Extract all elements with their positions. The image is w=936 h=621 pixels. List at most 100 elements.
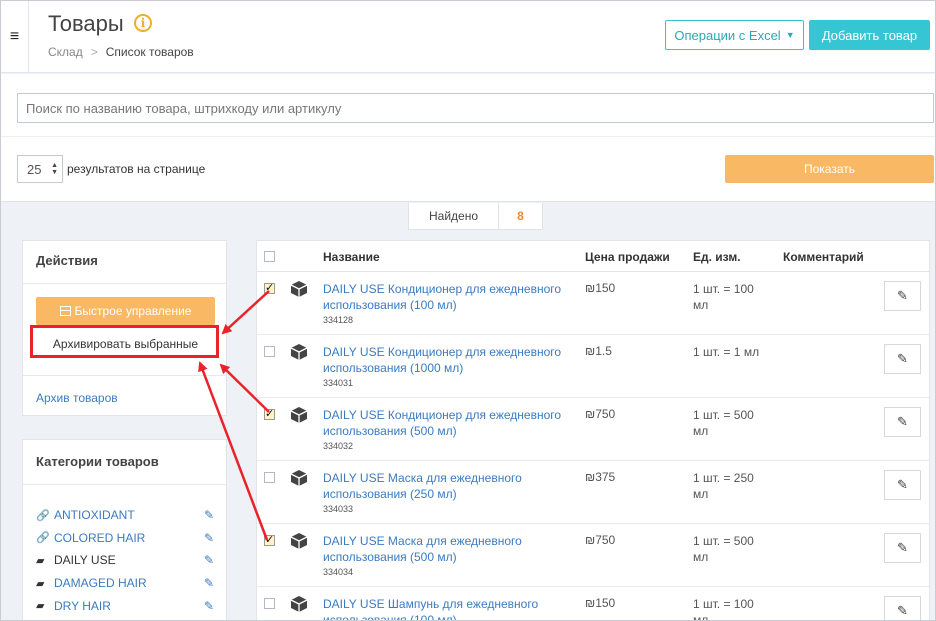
quick-manage-label: Быстрое управление xyxy=(74,304,192,318)
pencil-icon: ✎ xyxy=(897,603,908,618)
categories-panel: Категории товаров 🔗 ANTIOXIDANT ✎ 🔗 COLORED… xyxy=(22,439,227,620)
table-row: DAILY USE Маска для ежедневного использо… xyxy=(257,524,929,587)
excel-operations-button[interactable]: Операции с Excel ▼ xyxy=(665,20,804,50)
pencil-icon: ✎ xyxy=(897,477,908,492)
column-header-unit[interactable]: Ед. изм. xyxy=(693,250,741,264)
per-page-select[interactable]: 25 ▲ ▼ xyxy=(17,155,63,183)
search-input[interactable] xyxy=(17,93,934,123)
product-box-icon xyxy=(290,407,308,423)
per-page-label: результатов на странице xyxy=(67,162,206,176)
caret-down-icon: ▼ xyxy=(785,30,795,40)
row-checkbox[interactable] xyxy=(264,472,275,483)
edit-button[interactable]: ✎ xyxy=(884,281,921,311)
pencil-icon[interactable]: ✎ xyxy=(204,553,214,567)
pencil-icon[interactable]: ✎ xyxy=(204,599,214,613)
category-name[interactable]: DAMAGED HAIR xyxy=(54,576,147,590)
category-item[interactable]: ▰ DAMAGED HAIR ✎ xyxy=(36,572,218,595)
table-row: DAILY USE Шампунь для ежедневного исполь… xyxy=(257,587,929,620)
category-name[interactable]: COLORED HAIR xyxy=(54,531,145,545)
column-header-name[interactable]: Название xyxy=(323,250,380,264)
link-icon: 🔗 xyxy=(36,532,50,545)
product-name-link[interactable]: DAILY USE Маска для ежедневного использо… xyxy=(323,533,573,565)
pencil-icon: ✎ xyxy=(897,288,908,303)
category-item[interactable]: ▰ DRY HAIR ✎ xyxy=(36,594,218,617)
product-unit: 1 шт. = 500 мл xyxy=(693,408,754,438)
stepper-arrows-icon: ▲ ▼ xyxy=(51,162,58,176)
row-checkbox[interactable] xyxy=(264,533,275,546)
hamburger-icon[interactable]: ≡ xyxy=(1,1,29,73)
category-item[interactable]: 🔗 ANTIOXIDANT ✎ xyxy=(36,504,218,527)
row-checkbox[interactable] xyxy=(264,281,275,294)
category-item[interactable]: ▰ DAILY USE ✎ xyxy=(36,549,218,572)
edit-button[interactable]: ✎ xyxy=(884,344,921,374)
product-sku: 334031 xyxy=(323,378,354,388)
product-name-link[interactable]: DAILY USE Кондиционер для ежедневного ис… xyxy=(323,281,573,313)
show-button[interactable]: Показать xyxy=(725,155,934,183)
row-checkbox[interactable] xyxy=(264,407,275,420)
product-name-link[interactable]: DAILY USE Кондиционер для ежедневного ис… xyxy=(323,407,573,439)
table-row: DAILY USE Кондиционер для ежедневного ис… xyxy=(257,335,929,398)
product-price: ₪150 xyxy=(585,281,616,295)
table-icon xyxy=(59,306,71,316)
product-name-link[interactable]: DAILY USE Маска для ежедневного использо… xyxy=(323,470,573,502)
folder-open-icon: ▰ xyxy=(36,554,45,567)
excel-operations-label: Операции с Excel xyxy=(674,27,781,43)
pencil-icon: ✎ xyxy=(897,540,908,555)
edit-button[interactable]: ✎ xyxy=(884,407,921,437)
product-price: ₪375 xyxy=(585,470,616,484)
row-checkbox[interactable] xyxy=(264,598,275,609)
product-price: ₪150 xyxy=(585,596,616,610)
pencil-icon: ✎ xyxy=(897,414,908,429)
product-price: ₪750 xyxy=(585,533,616,547)
page-title: Товары xyxy=(48,11,124,36)
edit-button[interactable]: ✎ xyxy=(884,596,921,620)
table-row: DAILY USE Кондиционер для ежедневного ис… xyxy=(257,272,929,335)
pencil-icon[interactable]: ✎ xyxy=(204,531,214,545)
pencil-icon: ✎ xyxy=(897,351,908,366)
found-count-box: Найдено 8 xyxy=(408,203,543,230)
table-header: Название Цена продажи Ед. изм. Комментар… xyxy=(257,241,929,272)
product-sku: 334034 xyxy=(323,567,354,577)
product-sku: 334033 xyxy=(323,504,354,514)
category-name[interactable]: DRY HAIR xyxy=(54,599,111,613)
product-box-icon xyxy=(290,596,308,612)
pencil-icon[interactable]: ✎ xyxy=(204,508,214,522)
found-label: Найдено xyxy=(409,203,499,229)
product-name-link[interactable]: DAILY USE Шампунь для ежедневного исполь… xyxy=(323,596,573,620)
select-all-checkbox[interactable] xyxy=(264,251,275,262)
product-box-icon xyxy=(290,344,308,360)
row-checkbox[interactable] xyxy=(264,346,275,357)
archive-link[interactable]: Архив товаров xyxy=(36,391,118,405)
info-icon[interactable]: i xyxy=(134,14,152,32)
found-count: 8 xyxy=(517,209,524,223)
table-row: DAILY USE Маска для ежедневного использо… xyxy=(257,461,929,524)
category-name[interactable]: DAILY USE xyxy=(54,553,116,567)
divider xyxy=(23,484,226,485)
breadcrumb-warehouse[interactable]: Склад xyxy=(48,45,83,59)
edit-button[interactable]: ✎ xyxy=(884,470,921,500)
top-bar: ≡ Товары i Склад > Список товаров Операции… xyxy=(1,1,935,73)
app-window: ≡ Товары i Склад > Список товаров Операции… xyxy=(0,0,936,621)
actions-title: Действия xyxy=(36,253,98,268)
pencil-icon[interactable]: ✎ xyxy=(204,576,214,590)
divider xyxy=(23,283,226,284)
product-box-icon xyxy=(290,470,308,486)
annotation-highlight-box xyxy=(30,325,219,358)
product-sku: 334032 xyxy=(323,441,354,451)
column-header-comment[interactable]: Комментарий xyxy=(783,250,864,264)
add-product-button[interactable]: Добавить товар xyxy=(809,20,930,50)
table-row: DAILY USE Кондиционер для ежедневного ис… xyxy=(257,398,929,461)
folder-open-icon: ▰ xyxy=(36,600,45,613)
divider xyxy=(1,136,935,137)
edit-button[interactable]: ✎ xyxy=(884,533,921,563)
column-header-price[interactable]: Цена продажи xyxy=(585,250,670,264)
product-unit: 1 шт. = 1 мл xyxy=(693,345,760,359)
product-unit: 1 шт. = 100 мл xyxy=(693,282,754,312)
quick-manage-button[interactable]: Быстрое управление xyxy=(36,297,215,325)
product-price: ₪750 xyxy=(585,407,616,421)
category-item[interactable]: 🔗 COLORED HAIR ✎ xyxy=(36,527,218,550)
breadcrumb-separator: > xyxy=(90,45,98,59)
product-name-link[interactable]: DAILY USE Кондиционер для ежедневного ис… xyxy=(323,344,573,376)
search-panel: 25 ▲▼ результатов на странице Показать xyxy=(1,74,935,202)
category-name[interactable]: ANTIOXIDANT xyxy=(54,508,135,522)
